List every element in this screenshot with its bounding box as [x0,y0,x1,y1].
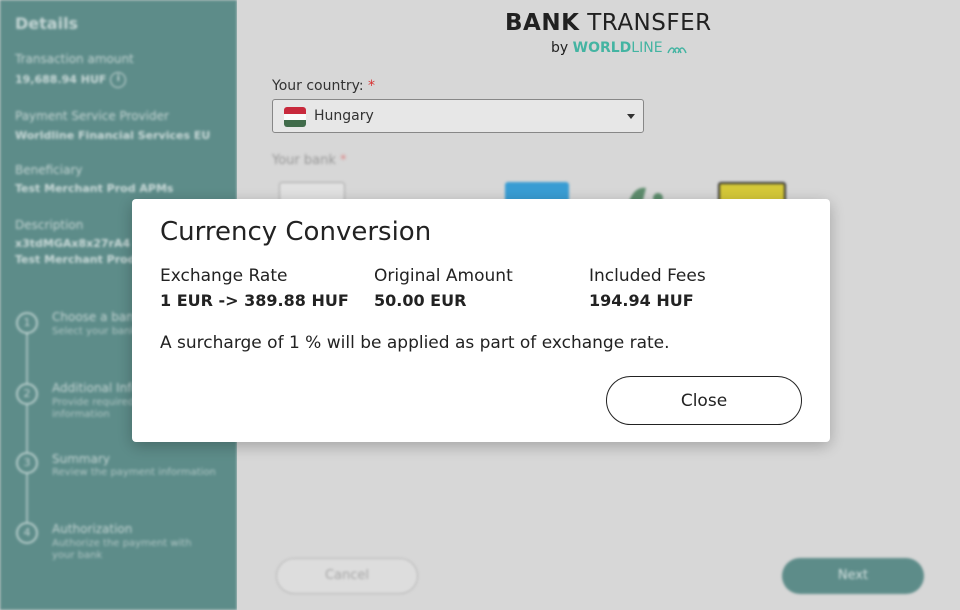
included-fees-label: Included Fees [589,266,706,286]
surcharge-notice: A surcharge of 1 % will be applied as pa… [160,333,670,353]
included-fees-value: 194.94 HUF [589,291,694,310]
exchange-rate-value: 1 EUR -> 389.88 HUF [160,291,349,310]
exchange-rate-label: Exchange Rate [160,266,288,286]
currency-conversion-dialog: Currency Conversion Exchange Rate 1 EUR … [132,199,830,442]
original-amount-label: Original Amount [374,266,513,286]
dialog-title: Currency Conversion [160,217,432,247]
close-button[interactable]: Close [606,376,802,425]
original-amount-value: 50.00 EUR [374,291,467,310]
